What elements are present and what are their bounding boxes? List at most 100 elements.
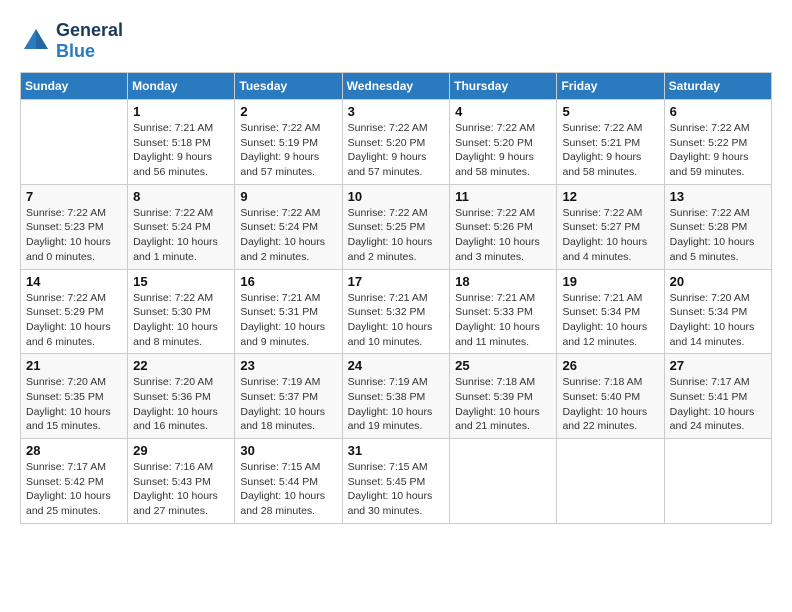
day-number: 13 xyxy=(670,189,766,204)
day-info: Sunrise: 7:22 AMSunset: 5:22 PMDaylight:… xyxy=(670,121,766,180)
calendar-cell: 19 Sunrise: 7:21 AMSunset: 5:34 PMDayligh… xyxy=(557,269,664,354)
day-number: 5 xyxy=(562,104,658,119)
calendar-week-row: 28Sunrise: 7:17 AMSunset: 5:42 PMDayligh… xyxy=(21,439,772,524)
day-number: 26 xyxy=(562,358,658,373)
day-number: 29 xyxy=(133,443,229,458)
calendar-cell: 1 Sunrise: 7:21 AMSunset: 5:18 PMDaylight… xyxy=(128,100,235,185)
day-info: Sunrise: 7:20 AMSunset: 5:36 PMDaylight:… xyxy=(133,375,229,434)
calendar-cell: 29 Sunrise: 7:16 AMSunset: 5:43 PMDayligh… xyxy=(128,439,235,524)
day-info: Sunrise: 7:15 AMSunset: 5:45 PMDaylight:… xyxy=(348,460,445,519)
day-number: 14 xyxy=(26,274,122,289)
weekday-header-tuesday: Tuesday xyxy=(235,73,342,100)
calendar-cell: 14 Sunrise: 7:22 AMSunset: 5:29 PMDayligh… xyxy=(21,269,128,354)
day-info: Sunrise: 7:22 AMSunset: 5:23 PMDaylight:… xyxy=(26,206,122,265)
day-info: Sunrise: 7:21 AMSunset: 5:34 PMDaylight:… xyxy=(562,291,658,350)
calendar-cell: 9 Sunrise: 7:22 AMSunset: 5:24 PMDaylight… xyxy=(235,184,342,269)
calendar-week-row: 1 Sunrise: 7:21 AMSunset: 5:18 PMDaylight… xyxy=(21,100,772,185)
day-info: Sunrise: 7:21 AMSunset: 5:18 PMDaylight:… xyxy=(133,121,229,180)
calendar-cell: 21 Sunrise: 7:20 AMSunset: 5:35 PMDayligh… xyxy=(21,354,128,439)
weekday-header-wednesday: Wednesday xyxy=(342,73,450,100)
day-number: 4 xyxy=(455,104,551,119)
calendar-cell: 30Sunrise: 7:15 AMSunset: 5:44 PMDayligh… xyxy=(235,439,342,524)
calendar-week-row: 21 Sunrise: 7:20 AMSunset: 5:35 PMDayligh… xyxy=(21,354,772,439)
day-info: Sunrise: 7:20 AMSunset: 5:34 PMDaylight:… xyxy=(670,291,766,350)
day-info: Sunrise: 7:20 AMSunset: 5:35 PMDaylight:… xyxy=(26,375,122,434)
day-info: Sunrise: 7:22 AMSunset: 5:20 PMDaylight:… xyxy=(348,121,445,180)
day-number: 30 xyxy=(240,443,336,458)
calendar-cell: 24 Sunrise: 7:19 AMSunset: 5:38 PMDayligh… xyxy=(342,354,450,439)
calendar-table: SundayMondayTuesdayWednesdayThursdayFrid… xyxy=(20,72,772,524)
calendar-cell: 17 Sunrise: 7:21 AMSunset: 5:32 PMDayligh… xyxy=(342,269,450,354)
calendar-cell: 13Sunrise: 7:22 AMSunset: 5:28 PMDayligh… xyxy=(664,184,771,269)
day-info: Sunrise: 7:17 AMSunset: 5:41 PMDaylight:… xyxy=(670,375,766,434)
day-number: 19 xyxy=(562,274,658,289)
calendar-cell: 2 Sunrise: 7:22 AMSunset: 5:19 PMDaylight… xyxy=(235,100,342,185)
calendar-cell: 7 Sunrise: 7:22 AMSunset: 5:23 PMDaylight… xyxy=(21,184,128,269)
day-info: Sunrise: 7:22 AMSunset: 5:21 PMDaylight:… xyxy=(562,121,658,180)
calendar-cell: 12 Sunrise: 7:22 AMSunset: 5:27 PMDayligh… xyxy=(557,184,664,269)
logo-icon xyxy=(20,25,52,57)
day-info: Sunrise: 7:22 AMSunset: 5:25 PMDaylight:… xyxy=(348,206,445,265)
weekday-header-thursday: Thursday xyxy=(450,73,557,100)
day-number: 11 xyxy=(455,189,551,204)
calendar-cell: 11Sunrise: 7:22 AMSunset: 5:26 PMDayligh… xyxy=(450,184,557,269)
day-number: 6 xyxy=(670,104,766,119)
calendar-cell xyxy=(450,439,557,524)
day-info: Sunrise: 7:22 AMSunset: 5:29 PMDaylight:… xyxy=(26,291,122,350)
day-number: 22 xyxy=(133,358,229,373)
day-info: Sunrise: 7:21 AMSunset: 5:32 PMDaylight:… xyxy=(348,291,445,350)
day-info: Sunrise: 7:21 AMSunset: 5:31 PMDaylight:… xyxy=(240,291,336,350)
day-number: 15 xyxy=(133,274,229,289)
day-number: 23 xyxy=(240,358,336,373)
day-info: Sunrise: 7:22 AMSunset: 5:20 PMDaylight:… xyxy=(455,121,551,180)
day-info: Sunrise: 7:18 AMSunset: 5:39 PMDaylight:… xyxy=(455,375,551,434)
day-info: Sunrise: 7:22 AMSunset: 5:24 PMDaylight:… xyxy=(240,206,336,265)
calendar-cell xyxy=(21,100,128,185)
day-number: 7 xyxy=(26,189,122,204)
calendar-cell: 15Sunrise: 7:22 AMSunset: 5:30 PMDayligh… xyxy=(128,269,235,354)
calendar-cell: 23 Sunrise: 7:19 AMSunset: 5:37 PMDayligh… xyxy=(235,354,342,439)
calendar-cell: 31Sunrise: 7:15 AMSunset: 5:45 PMDayligh… xyxy=(342,439,450,524)
calendar-cell: 5 Sunrise: 7:22 AMSunset: 5:21 PMDaylight… xyxy=(557,100,664,185)
calendar-cell xyxy=(664,439,771,524)
page-header: General Blue xyxy=(20,20,772,62)
calendar-cell: 20 Sunrise: 7:20 AMSunset: 5:34 PMDayligh… xyxy=(664,269,771,354)
calendar-cell: 3 Sunrise: 7:22 AMSunset: 5:20 PMDaylight… xyxy=(342,100,450,185)
day-number: 18 xyxy=(455,274,551,289)
calendar-cell: 6 Sunrise: 7:22 AMSunset: 5:22 PMDaylight… xyxy=(664,100,771,185)
day-number: 24 xyxy=(348,358,445,373)
calendar-cell: 28Sunrise: 7:17 AMSunset: 5:42 PMDayligh… xyxy=(21,439,128,524)
day-number: 21 xyxy=(26,358,122,373)
day-info: Sunrise: 7:18 AMSunset: 5:40 PMDaylight:… xyxy=(562,375,658,434)
calendar-cell: 10 Sunrise: 7:22 AMSunset: 5:25 PMDayligh… xyxy=(342,184,450,269)
calendar-cell: 22 Sunrise: 7:20 AMSunset: 5:36 PMDayligh… xyxy=(128,354,235,439)
day-info: Sunrise: 7:22 AMSunset: 5:24 PMDaylight:… xyxy=(133,206,229,265)
day-number: 28 xyxy=(26,443,122,458)
logo-text: General Blue xyxy=(56,20,123,62)
day-info: Sunrise: 7:16 AMSunset: 5:43 PMDaylight:… xyxy=(133,460,229,519)
calendar-cell xyxy=(557,439,664,524)
day-number: 17 xyxy=(348,274,445,289)
day-number: 10 xyxy=(348,189,445,204)
day-info: Sunrise: 7:22 AMSunset: 5:27 PMDaylight:… xyxy=(562,206,658,265)
day-number: 1 xyxy=(133,104,229,119)
day-number: 12 xyxy=(562,189,658,204)
day-number: 16 xyxy=(240,274,336,289)
day-info: Sunrise: 7:22 AMSunset: 5:19 PMDaylight:… xyxy=(240,121,336,180)
calendar-week-row: 14 Sunrise: 7:22 AMSunset: 5:29 PMDayligh… xyxy=(21,269,772,354)
calendar-cell: 26 Sunrise: 7:18 AMSunset: 5:40 PMDayligh… xyxy=(557,354,664,439)
weekday-header-sunday: Sunday xyxy=(21,73,128,100)
day-info: Sunrise: 7:19 AMSunset: 5:38 PMDaylight:… xyxy=(348,375,445,434)
day-info: Sunrise: 7:19 AMSunset: 5:37 PMDaylight:… xyxy=(240,375,336,434)
calendar-cell: 4 Sunrise: 7:22 AMSunset: 5:20 PMDaylight… xyxy=(450,100,557,185)
calendar-cell: 25Sunrise: 7:18 AMSunset: 5:39 PMDayligh… xyxy=(450,354,557,439)
weekday-header-monday: Monday xyxy=(128,73,235,100)
weekday-header-friday: Friday xyxy=(557,73,664,100)
day-number: 27 xyxy=(670,358,766,373)
day-number: 20 xyxy=(670,274,766,289)
weekday-header-saturday: Saturday xyxy=(664,73,771,100)
day-number: 9 xyxy=(240,189,336,204)
day-number: 3 xyxy=(348,104,445,119)
calendar-cell: 18Sunrise: 7:21 AMSunset: 5:33 PMDayligh… xyxy=(450,269,557,354)
day-number: 2 xyxy=(240,104,336,119)
